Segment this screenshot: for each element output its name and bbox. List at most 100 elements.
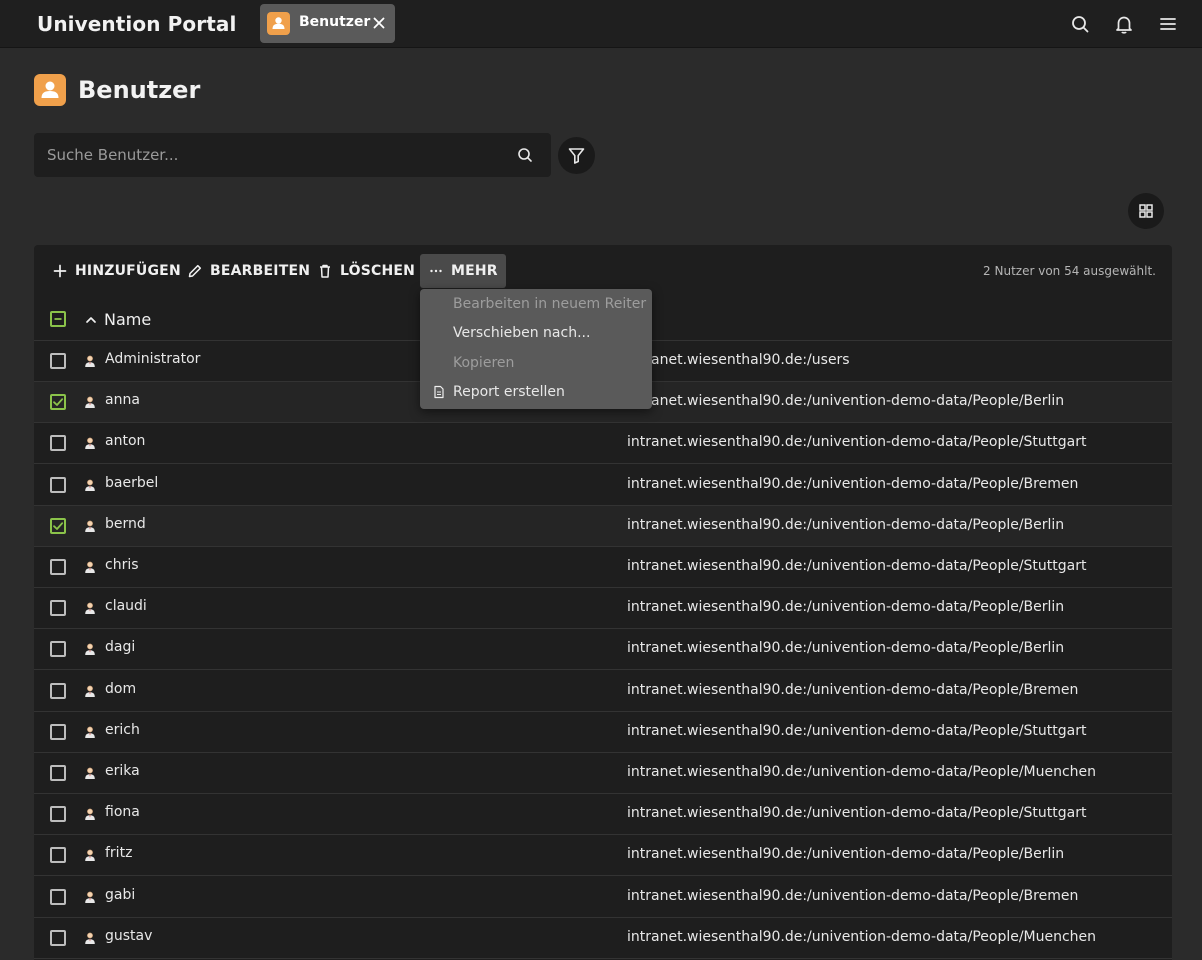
table-row[interactable]: anton intranet.wiesenthal90.de:/univentio… (34, 423, 1172, 465)
more-button-label: MEHR (451, 263, 498, 279)
table-row[interactable]: erich intranet.wiesenthal90.de:/univentio… (34, 712, 1172, 753)
row-checkbox[interactable] (50, 723, 66, 740)
filter-button[interactable] (558, 137, 595, 174)
table-row[interactable]: bernd intranet.wiesenthal90.de:/univentio… (34, 505, 1172, 547)
search-icon[interactable] (516, 146, 534, 164)
cell-name[interactable]: dagi (105, 639, 135, 655)
cell-name[interactable]: gustav (105, 928, 152, 944)
table-row[interactable]: baerbel intranet.wiesenthal90.de:/univent… (34, 465, 1172, 506)
select-all-checkbox[interactable] (50, 311, 66, 327)
edit-button[interactable]: BEARBEITEN (179, 254, 318, 288)
user-icon (85, 602, 95, 615)
grid-view-icon (1139, 204, 1153, 218)
table-row[interactable]: fritz intranet.wiesenthal90.de:/univentio… (34, 835, 1172, 877)
cell-path: intranet.wiesenthal90.de:/univention-dem… (627, 640, 1065, 657)
selection-info: 2 Nutzer von 54 ausgewählt. (983, 264, 1156, 278)
row-checkbox[interactable] (50, 353, 66, 369)
menu-item-label: Bearbeiten in neuem Reiter (453, 296, 647, 312)
menu-item-edit-new-tab[interactable]: Bearbeiten in neuem Reiter (420, 290, 652, 319)
row-checkbox[interactable] (50, 517, 66, 534)
filter-icon (568, 148, 585, 164)
cell-path: intranet.wiesenthal90.de:/univention-dem… (627, 887, 1079, 904)
cell-name[interactable]: erich (105, 722, 140, 738)
tab-benutzer[interactable]: Benutzer (260, 4, 395, 43)
user-icon (85, 437, 95, 450)
cell-path: intranet.wiesenthal90.de:/univention-dem… (627, 722, 1087, 739)
row-checkbox[interactable] (50, 559, 66, 575)
trash-icon (320, 264, 330, 278)
menu-item-copy[interactable]: Kopieren (420, 349, 652, 378)
cell-name[interactable]: anton (105, 433, 145, 449)
row-checkbox[interactable] (50, 888, 66, 905)
cell-path: intranet.wiesenthal90.de:/univention-dem… (627, 516, 1065, 533)
column-header-name[interactable]: Name (84, 310, 151, 329)
cell-path: intranet.wiesenthal90.de:/univention-dem… (627, 558, 1087, 574)
page-title: Benutzer (78, 76, 201, 104)
cell-name[interactable]: dom (105, 681, 136, 697)
cell-name[interactable]: chris (105, 557, 139, 573)
table-row[interactable]: erika intranet.wiesenthal90.de:/univentio… (34, 753, 1172, 794)
user-icon (85, 643, 95, 656)
table-row[interactable]: gustav intranet.wiesenthal90.de:/univenti… (34, 918, 1172, 959)
menu-item-move-to[interactable]: Verschieben nach... (420, 319, 652, 348)
close-icon[interactable] (371, 15, 387, 31)
user-icon (85, 767, 95, 779)
menu-item-create-report[interactable]: Report erstellen (420, 378, 652, 407)
user-icon (85, 808, 95, 821)
row-checkbox[interactable] (50, 641, 66, 658)
row-checkbox[interactable] (50, 806, 66, 823)
table-row[interactable]: gabi intranet.wiesenthal90.de:/univention… (34, 877, 1172, 918)
document-icon (434, 385, 444, 399)
cell-name[interactable]: fiona (105, 804, 140, 820)
more-button[interactable]: MEHR (420, 254, 506, 288)
user-icon (85, 685, 95, 697)
table-row[interactable]: dom intranet.wiesenthal90.de:/univention-… (34, 671, 1172, 712)
search-box (34, 133, 551, 177)
cell-name[interactable]: erika (105, 763, 140, 779)
user-icon (34, 74, 66, 106)
table-row[interactable]: dagi intranet.wiesenthal90.de:/univention… (34, 629, 1172, 671)
delete-button[interactable]: LÖSCHEN (309, 254, 423, 288)
top-bar: Univention Portal Benutzer (0, 0, 1202, 48)
app-title[interactable]: Univention Portal (37, 12, 236, 36)
bell-icon[interactable] (1112, 12, 1136, 36)
search-input[interactable] (34, 133, 504, 177)
row-checkbox[interactable] (50, 682, 66, 699)
cell-name[interactable]: bernd (105, 516, 146, 532)
cell-path: intranet.wiesenthal90.de:/univention-dem… (627, 805, 1087, 822)
column-header-name-label: Name (104, 310, 152, 329)
row-checkbox[interactable] (50, 929, 66, 946)
row-checkbox[interactable] (50, 476, 66, 493)
cell-path: intranet.wiesenthal90.de:/univention-dem… (627, 928, 1097, 945)
cell-path: intranet.wiesenthal90.de:/univention-dem… (627, 846, 1065, 863)
row-checkbox[interactable] (50, 847, 66, 864)
cell-name[interactable]: baerbel (105, 475, 158, 491)
menu-item-label: Report erstellen (453, 384, 565, 400)
table-row[interactable]: fiona intranet.wiesenthal90.de:/univentio… (34, 794, 1172, 836)
table-row[interactable]: claudi intranet.wiesenthal90.de:/univenti… (34, 588, 1172, 630)
user-icon (85, 726, 95, 738)
cell-name[interactable]: claudi (105, 598, 147, 614)
cell-name[interactable]: anna (105, 392, 140, 408)
user-icon (85, 561, 95, 573)
user-icon (85, 891, 95, 903)
cell-name[interactable]: Administrator (105, 351, 200, 367)
plus-icon (53, 264, 67, 278)
menu-icon[interactable] (1156, 12, 1180, 36)
table-row[interactable]: chris intranet.wiesenthal90.de:/univentio… (34, 547, 1172, 588)
row-checkbox[interactable] (50, 765, 66, 781)
cell-path: intranet.wiesenthal90.de:/univention-dem… (627, 393, 1065, 410)
add-button[interactable]: HINZUFÜGEN (44, 254, 189, 288)
grid-view-button[interactable] (1128, 193, 1164, 229)
search-icon[interactable] (1068, 12, 1092, 36)
add-button-label: HINZUFÜGEN (75, 263, 181, 279)
row-checkbox[interactable] (50, 394, 66, 411)
cell-name[interactable]: gabi (105, 887, 135, 903)
checkmark-icon (53, 398, 64, 407)
user-icon (85, 355, 95, 367)
row-checkbox[interactable] (50, 600, 66, 617)
cell-path: intranet.wiesenthal90.de:/univention-dem… (627, 475, 1079, 492)
row-checkbox[interactable] (50, 435, 66, 452)
cell-name[interactable]: fritz (105, 845, 132, 861)
checkmark-icon (53, 522, 64, 530)
